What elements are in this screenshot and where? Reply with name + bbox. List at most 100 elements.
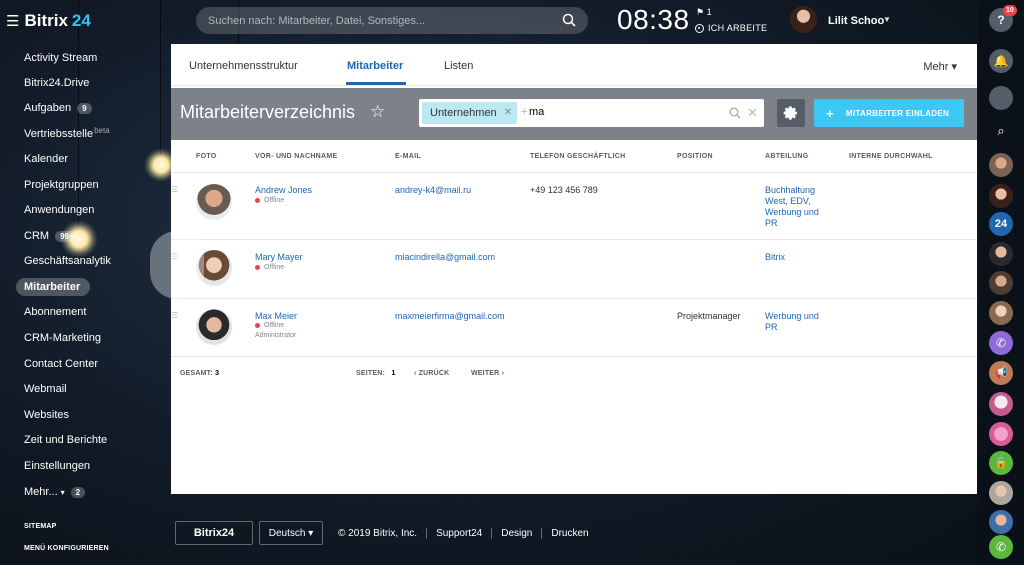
sidebar-item-webmail[interactable]: Webmail [24,383,67,395]
settings-button[interactable] [777,99,805,127]
email-link[interactable]: maxmeierfirma@gmail.com [395,311,505,322]
sidebar-item-bitrix24-drive[interactable]: Bitrix24.Drive [24,77,89,89]
search-input[interactable] [196,7,588,34]
chevron-down-icon[interactable]: ▼ [883,15,891,24]
avatar[interactable] [196,184,232,220]
sidebar-item-mitarbeiter[interactable]: Mitarbeiter [24,281,80,293]
column-header[interactable]: POSITION [677,153,713,160]
language-select[interactable]: Deutsch ▾ [259,521,323,545]
star-icon[interactable]: ☆ [370,102,385,122]
email-link[interactable]: andrey-k4@mail.ru [395,185,471,196]
chevron-down-icon: ▾ [60,487,65,497]
menu-icon[interactable]: ☰ [6,12,19,30]
search-icon[interactable] [562,13,576,27]
sidebar-item-activity-stream[interactable]: Activity Stream [24,52,97,64]
employee-name[interactable]: Andrew Jones [255,185,312,195]
footer-link-print[interactable]: Drucken [542,528,597,539]
contact-avatar[interactable] [989,184,1013,208]
sidebar-item-crm-marketing[interactable]: CRM-Marketing [24,332,101,344]
sidebar-item-geschäftsanalytik[interactable]: Geschäftsanalytik [24,255,111,267]
contact-avatar[interactable] [989,153,1013,177]
sitemap-link[interactable]: SITEMAP [24,523,57,530]
flag-counter[interactable]: ⚑ 1 [696,7,712,18]
page-title: Mitarbeiterverzeichnis [180,102,356,122]
filter-chip[interactable]: Unternehmen ✕ [422,102,517,124]
contact-avatar[interactable] [989,481,1013,505]
next-button[interactable]: WEITER › [471,370,504,377]
megaphone-icon[interactable]: 📢 [989,361,1013,385]
sidebar-item-kalender[interactable]: Kalender [24,153,68,165]
clear-icon[interactable]: ✕ [747,105,758,121]
contact-avatar[interactable] [989,242,1013,266]
column-header[interactable]: VOR- UND NACHNAME [255,153,338,160]
department-link[interactable]: Bitrix [765,252,785,263]
footer-link-support[interactable]: Support24 [427,527,493,539]
user-avatar[interactable] [790,6,817,33]
sidebar-item-websites[interactable]: Websites [24,409,69,421]
phone-icon[interactable]: ✆ [989,331,1013,355]
work-status[interactable]: ICH ARBEITE [695,23,767,33]
table-row[interactable]: ☰ Andrew Jones Offline andrey-k4@mail.ru… [171,173,977,239]
plus-icon[interactable]: + [521,106,527,118]
avatar[interactable] [196,309,232,345]
column-header[interactable]: ABTEILUNG [765,153,809,160]
collapse-arrow-button[interactable]: ‹ [150,231,204,299]
column-header[interactable]: TELEFON GESCHÄFTLICH [530,153,625,160]
tab-unternehmensstruktur[interactable]: Unternehmensstruktur [189,60,298,72]
search-icon[interactable] [729,107,741,119]
configure-menu-link[interactable]: MENÜ KONFIGURIEREN [24,545,109,552]
department-link[interactable]: Buchhaltung West, EDV, Werbung und PR [765,185,819,229]
bitrix24-footer-logo[interactable]: Bitrix24 [175,521,253,545]
filter-search[interactable]: Unternehmen ✕ + ma ✕ [419,99,764,127]
sidebar-item-abonnement[interactable]: Abonnement [24,306,86,318]
close-icon[interactable]: ✕ [504,107,512,118]
back-button[interactable]: ‹ ZURÜCK [414,370,449,377]
contact-avatar[interactable] [989,392,1013,416]
tab-mitarbeiter[interactable]: Mitarbeiter [347,60,403,72]
more-button[interactable]: Mehr ▾ [923,60,957,73]
chat-icon[interactable] [989,86,1013,110]
department-link[interactable]: Werbung und PR [765,311,819,333]
drag-handle-icon[interactable]: ☰ [171,185,178,194]
help-icon[interactable]: ? 10 [989,5,1017,32]
status-badge: Offline [255,264,284,271]
page-footer: Bitrix24 Deutsch ▾ © 2019 Bitrix, Inc. S… [175,521,598,545]
employee-role: Administrator [255,332,297,339]
drag-handle-icon[interactable]: ☰ [171,311,178,320]
search-icon[interactable]: ⌕ [989,119,1013,143]
footer-link-design[interactable]: Design [492,527,543,539]
app-logo[interactable]: ☰ Bitrix 24 [6,11,91,31]
bell-icon[interactable]: 🔔 [989,49,1013,73]
sidebar-item-aufgaben[interactable]: Aufgaben 9 [24,102,92,114]
table-row[interactable]: ☰ Max Meier Offline Administrator maxmei… [171,299,977,357]
sidebar-item-projektgruppen[interactable]: Projektgruppen [24,179,99,191]
contact-avatar[interactable] [989,422,1013,446]
filter-input-text[interactable]: ma [529,106,544,118]
column-header[interactable]: E-MAIL [395,153,421,160]
column-header[interactable]: INTERNE DURCHWAHL [849,153,933,160]
email-link[interactable]: miacindirella@gmail.com [395,252,495,263]
column-header[interactable]: FOTO [196,153,217,160]
sidebar-item-crm[interactable]: CRM 99+ [24,230,79,242]
tab-listen[interactable]: Listen [444,60,473,72]
sidebar-item-zeit-und-berichte[interactable]: Zeit und Berichte [24,434,107,446]
employee-name[interactable]: Max Meier [255,311,297,321]
contact-avatar[interactable] [989,510,1013,534]
contact-avatar[interactable] [989,271,1013,295]
user-name[interactable]: Lilit Schoo [828,15,884,27]
contact-avatar[interactable]: 24 [989,212,1013,236]
invite-employee-button[interactable]: + MITARBEITER EINLADEN [814,99,964,127]
employee-name[interactable]: Mary Mayer [255,252,303,262]
sidebar-item-mehr[interactable]: Mehr... ▾ 2 [24,486,86,498]
clock-icon [695,23,704,33]
table-row[interactable]: ☰ Mary Mayer Offline miacindirella@gmail… [171,240,977,298]
sidebar-item-anwendungen[interactable]: Anwendungen [24,204,94,216]
clock-time[interactable]: 08:38 [617,4,690,36]
lock-icon[interactable]: 🔒 [989,451,1013,475]
sidebar-item-vertriebsstelle[interactable]: Vertriebsstelle beta [24,126,110,141]
contact-avatar[interactable] [989,301,1013,325]
counter-badge: 9 [77,102,92,114]
call-icon[interactable]: ✆ [989,535,1013,559]
sidebar-item-einstellungen[interactable]: Einstellungen [24,460,90,472]
sidebar-item-contact-center[interactable]: Contact Center [24,358,98,370]
